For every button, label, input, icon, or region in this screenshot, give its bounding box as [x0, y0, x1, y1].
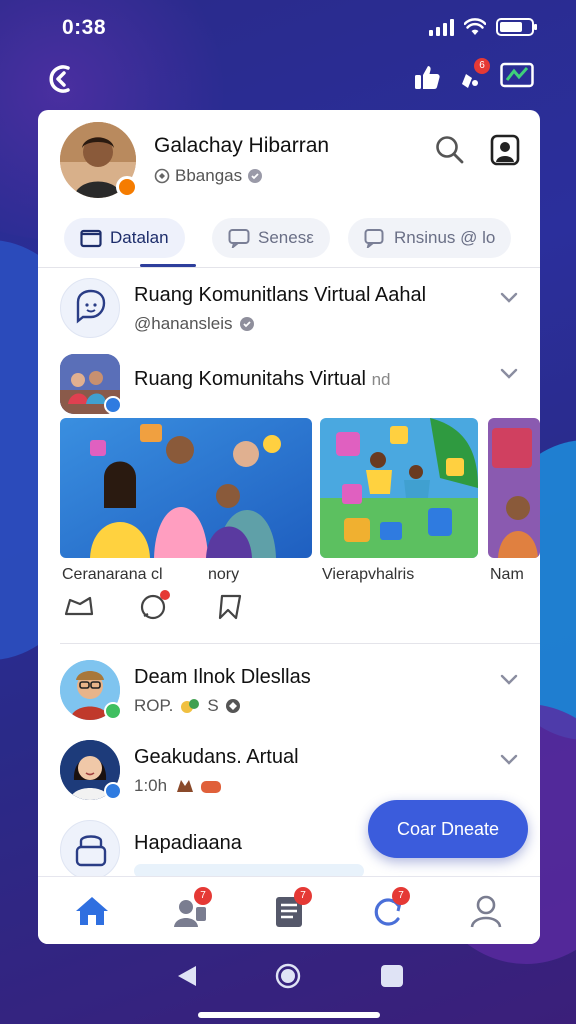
app-topbar: 6	[0, 58, 576, 100]
nav-friends[interactable]: 7	[170, 887, 212, 931]
comment-badge	[160, 590, 170, 600]
globe-icon	[154, 168, 170, 184]
home-button-icon[interactable]	[275, 963, 301, 989]
home-indicator[interactable]	[198, 1012, 380, 1018]
signal-icon	[429, 18, 454, 36]
home-icon	[76, 897, 108, 925]
tab-label: Rnsinus @ lo	[394, 228, 496, 247]
account-icon[interactable]	[490, 134, 520, 166]
media-caption: Ceranarana cl	[62, 566, 163, 583]
chevron-down-icon[interactable]	[498, 362, 520, 384]
status-bar: 0:38	[0, 12, 576, 44]
item-subtitle: 1:0h	[134, 776, 223, 796]
recents-icon[interactable]	[380, 964, 404, 988]
battery-icon	[496, 18, 537, 36]
item-title: Geakudans. Artual	[134, 746, 299, 768]
create-button[interactable]: Coar Dneate	[368, 800, 528, 858]
status-badge	[104, 782, 122, 800]
list-item[interactable]: Ruang Komunitahs Virtual nd	[38, 354, 540, 420]
nav-refresh[interactable]: 7	[368, 887, 410, 931]
reaction-icons	[177, 780, 222, 793]
profile-subtitle: Bbangas	[154, 166, 263, 186]
status-time: 0:38	[62, 16, 107, 39]
sticker-icon	[181, 699, 200, 713]
item-subtitle-text: 1:0h	[134, 776, 168, 795]
item-subtitle-extra: S	[207, 696, 219, 715]
person-icon	[470, 895, 502, 928]
item-title: Hapadiaana	[134, 832, 242, 854]
nav-badge: 7	[194, 887, 212, 905]
topbar-actions: 6	[412, 58, 534, 92]
bottom-navigation: 7 7 7	[38, 876, 540, 944]
comment-icon[interactable]	[138, 590, 172, 622]
status-badge	[104, 396, 122, 414]
chevron-down-icon[interactable]	[498, 748, 520, 770]
status-icons	[429, 18, 537, 36]
item-subtitle-text: @hanansleis	[134, 314, 233, 333]
community-avatar	[60, 278, 120, 338]
media-image-group[interactable]	[60, 418, 312, 558]
status-badge	[104, 702, 122, 720]
bookmark-icon[interactable]	[214, 592, 248, 622]
media-caption: Nam	[490, 566, 524, 583]
media-caption: nory	[208, 566, 240, 583]
verified-icon	[239, 317, 254, 331]
chat-icon	[228, 229, 250, 248]
tab-datalan[interactable]: Datalan	[64, 218, 185, 258]
chevron-down-icon[interactable]	[498, 286, 520, 308]
nav-profile[interactable]	[466, 891, 506, 931]
search-icon[interactable]	[434, 134, 466, 166]
comment-icon	[364, 229, 384, 248]
nav-badge: 7	[392, 887, 410, 905]
tab-senese[interactable]: Senesε	[212, 218, 330, 258]
tab-label: Senesε	[258, 228, 314, 247]
messages-icon[interactable]	[500, 62, 534, 92]
item-title-text: Ruang Komunitahs Virtual	[134, 368, 366, 390]
notifications-icon[interactable]: 6	[456, 58, 490, 92]
online-badge	[116, 176, 138, 198]
community-avatar	[60, 820, 120, 880]
chevron-down-icon[interactable]	[498, 668, 520, 690]
item-subtitle-text: ROP.	[134, 696, 174, 715]
wifi-icon	[464, 18, 486, 35]
list-item[interactable]: Geakudans. Artual 1:0h	[38, 740, 540, 806]
profile-subtitle-text: Bbangas	[175, 166, 243, 185]
app-logo-icon[interactable]	[46, 62, 80, 96]
profile-name: Galachay Hibarran	[154, 134, 330, 157]
nav-home[interactable]	[72, 891, 112, 931]
tab-active-indicator	[140, 264, 196, 267]
item-subtitle: @hanansleis	[134, 314, 255, 334]
thumbs-up-icon[interactable]	[412, 62, 442, 92]
item-title: Ruang Komunitahs Virtual nd	[134, 368, 390, 391]
globe-icon	[225, 699, 240, 713]
media-caption: Vierapvhalris	[322, 566, 415, 583]
tab-bar: Datalan Senesε Rnsinus @ lo	[38, 210, 540, 268]
media-carousel[interactable]	[60, 418, 540, 558]
post-actions	[62, 590, 248, 622]
verified-icon	[248, 169, 263, 183]
like-icon[interactable]	[62, 592, 96, 622]
profile-header: Galachay Hibarran Bbangas	[38, 110, 540, 210]
item-subtitle: ROP. S	[134, 696, 241, 716]
notification-badge: 6	[474, 58, 490, 74]
system-navigation	[0, 954, 576, 998]
media-image-partial[interactable]	[488, 418, 540, 558]
nav-news[interactable]: 7	[270, 887, 312, 931]
list-item[interactable]: Deam Ilnok Dlesllas ROP. S	[38, 660, 540, 726]
item-title: Ruang Komunitlans Virtual Aahal	[134, 284, 427, 306]
item-title: Deam Ilnok Dlesllas	[134, 666, 311, 688]
tab-label: Datalan	[110, 228, 169, 247]
inbox-icon	[80, 229, 102, 248]
back-icon[interactable]	[176, 964, 198, 988]
nav-badge: 7	[294, 887, 312, 905]
section-divider	[60, 643, 540, 644]
media-image-game[interactable]	[320, 418, 478, 558]
tab-rnsinus[interactable]: Rnsinus @ lo	[348, 218, 512, 258]
item-title-suffix: nd	[371, 370, 391, 389]
list-item[interactable]: Ruang Komunitlans Virtual Aahal @hanansl…	[38, 278, 540, 344]
